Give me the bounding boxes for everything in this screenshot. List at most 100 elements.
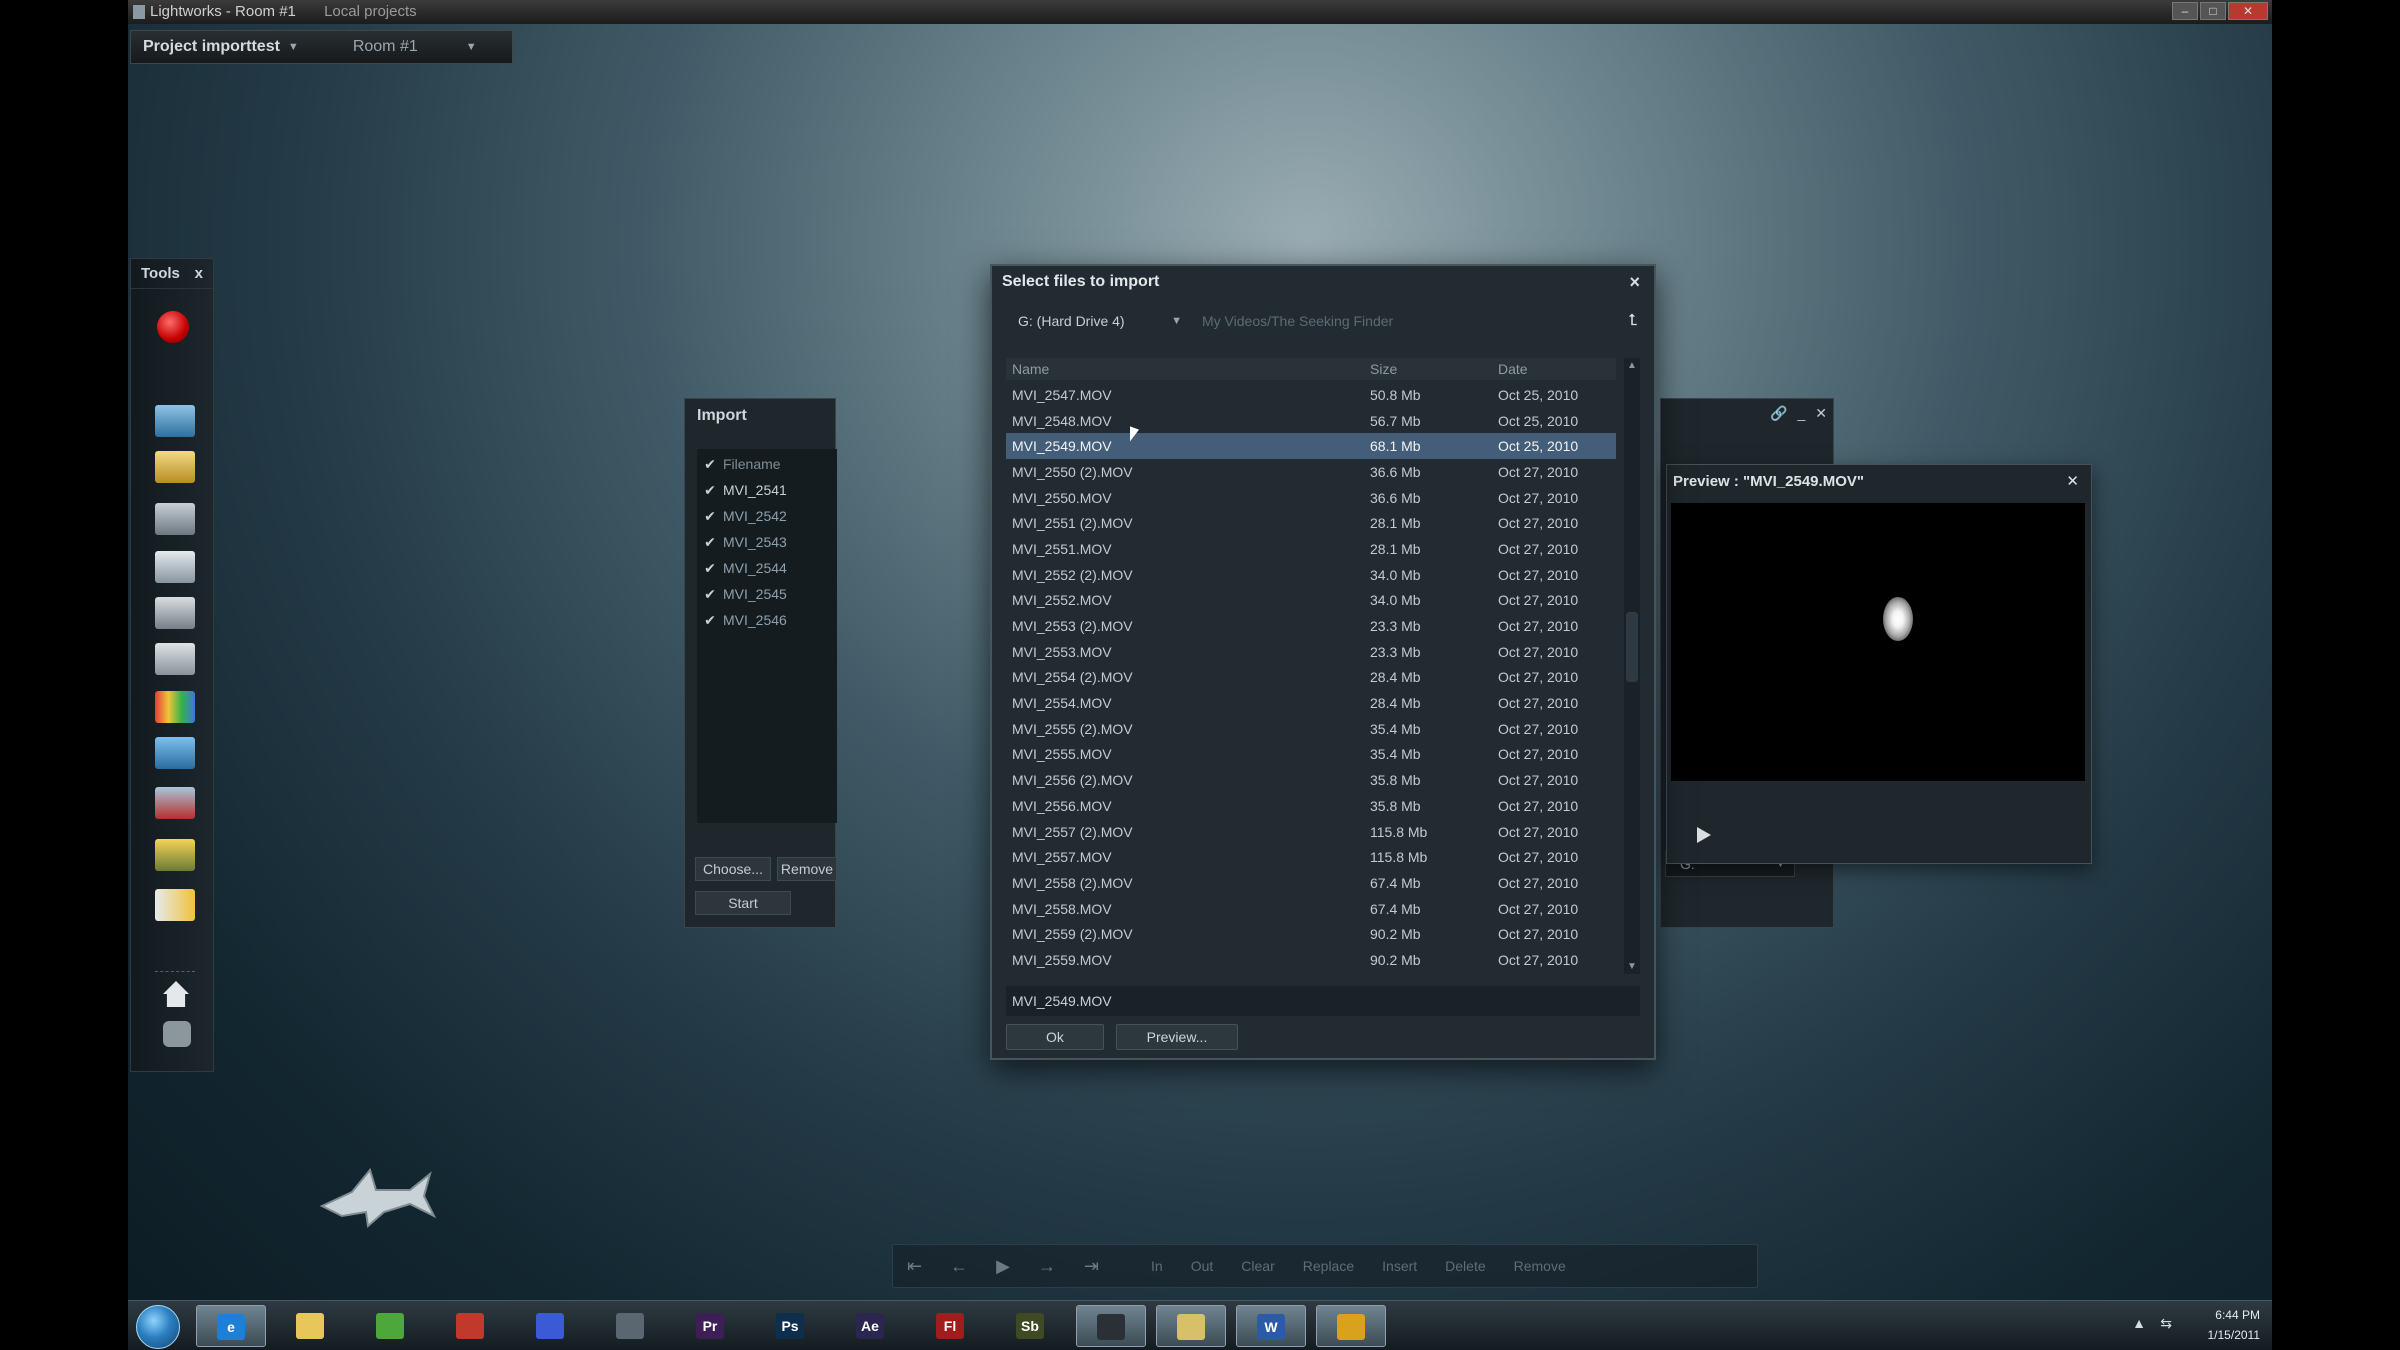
maximize-button[interactable]: □ (2200, 2, 2226, 20)
list-item[interactable]: ✔ MVI_2541 (697, 477, 837, 503)
play-icon[interactable]: ▶ (982, 1256, 1024, 1277)
check-icon[interactable]: ✔ (697, 534, 723, 551)
taskbar-lock-button[interactable] (1316, 1305, 1386, 1347)
play-icon[interactable] (1697, 827, 1711, 843)
scroll-thumb[interactable] (1626, 612, 1638, 682)
list-item[interactable]: ✔ MVI_2544 (697, 555, 837, 581)
remove-button[interactable]: Remove (777, 857, 837, 881)
drive-icon[interactable] (155, 643, 195, 675)
table-row[interactable]: MVI_2553 (2).MOV 23.3 Mb Oct 27, 2010 (1006, 613, 1616, 639)
preview-button[interactable]: Preview... (1116, 1024, 1238, 1050)
scrollbar[interactable]: ▲ ▼ (1624, 358, 1640, 974)
step-forward-icon[interactable]: → (1024, 1256, 1070, 1277)
table-row[interactable]: MVI_2548.MOV 56.7 Mb Oct 25, 2010 (1006, 408, 1616, 434)
minimize-button[interactable]: – (2172, 2, 2198, 20)
filmstrip-icon[interactable] (155, 503, 195, 535)
taskbar-aftereffects-button[interactable]: Ae (836, 1305, 906, 1347)
table-row[interactable]: MVI_2559 (2).MOV 90.2 Mb Oct 27, 2010 (1006, 921, 1616, 947)
table-row[interactable]: MVI_2555 (2).MOV 35.4 Mb Oct 27, 2010 (1006, 716, 1616, 742)
remove-button[interactable]: Remove (1500, 1258, 1580, 1274)
taskbar-app-gray-button[interactable] (596, 1305, 666, 1347)
go-to-end-icon[interactable]: ⇥ (1070, 1256, 1113, 1277)
table-row[interactable]: MVI_2552.MOV 34.0 Mb Oct 27, 2010 (1006, 588, 1616, 614)
color-chart-icon[interactable] (155, 691, 195, 723)
start-button[interactable]: Start (695, 891, 791, 915)
check-icon[interactable]: ✔ (697, 586, 723, 603)
table-row[interactable]: MVI_2559.MOV 90.2 Mb Oct 27, 2010 (1006, 947, 1616, 973)
home-icon[interactable] (163, 981, 189, 1007)
check-icon[interactable]: ✔ (697, 612, 723, 629)
grid-icon[interactable] (155, 737, 195, 769)
taskbar-explorer-button[interactable] (1156, 1305, 1226, 1347)
taskbar-ie-button[interactable]: e (196, 1305, 266, 1347)
table-row[interactable]: MVI_2558.MOV 67.4 Mb Oct 27, 2010 (1006, 896, 1616, 922)
table-row[interactable]: MVI_2547.MOV 50.8 Mb Oct 25, 2010 (1006, 382, 1616, 408)
clear-button[interactable]: Clear (1227, 1258, 1288, 1274)
taskbar-premiere-button[interactable]: Pr (676, 1305, 746, 1347)
column-size[interactable]: Size (1362, 361, 1490, 377)
folder-icon[interactable] (155, 451, 195, 483)
table-row[interactable]: MVI_2554.MOV 28.4 Mb Oct 27, 2010 (1006, 690, 1616, 716)
table-row[interactable]: MVI_2551.MOV 28.1 Mb Oct 27, 2010 (1006, 536, 1616, 562)
check-icon[interactable]: ✔ (697, 508, 723, 525)
close-icon[interactable]: ✕ (1815, 405, 1827, 422)
tray-arrow-icon[interactable]: ▲ (2132, 1315, 2146, 1331)
room-selector[interactable]: Room #1 ▼ (341, 31, 489, 63)
taskbar-chrome-button[interactable] (356, 1305, 426, 1347)
table-row[interactable]: MVI_2557 (2).MOV 115.8 Mb Oct 27, 2010 (1006, 819, 1616, 845)
taskbar-photoshop-button[interactable]: Ps (756, 1305, 826, 1347)
table-row[interactable]: MVI_2553.MOV 23.3 Mb Oct 27, 2010 (1006, 639, 1616, 665)
network-icon[interactable]: ⇆ (2160, 1315, 2172, 1332)
column-date[interactable]: Date (1490, 361, 1616, 377)
step-back-icon[interactable]: ← (936, 1256, 982, 1277)
record-icon[interactable] (157, 311, 189, 343)
ok-button[interactable]: Ok (1006, 1024, 1104, 1050)
table-row[interactable]: MVI_2551 (2).MOV 28.1 Mb Oct 27, 2010 (1006, 510, 1616, 536)
link-icon[interactable]: 🔗 (1770, 405, 1787, 422)
table-row[interactable]: MVI_2556.MOV 35.8 Mb Oct 27, 2010 (1006, 793, 1616, 819)
column-name[interactable]: Name (1006, 361, 1362, 377)
project-selector[interactable]: Project importtest ▼ (131, 31, 311, 63)
table-row[interactable]: MVI_2558 (2).MOV 67.4 Mb Oct 27, 2010 (1006, 870, 1616, 896)
list-item[interactable]: ✔ MVI_2543 (697, 529, 837, 555)
drive-select[interactable]: G: (Hard Drive 4) ▼ (1002, 307, 1192, 335)
tools-close-button[interactable]: x (195, 265, 203, 282)
go-to-start-icon[interactable]: ⇤ (893, 1256, 936, 1277)
check-icon[interactable]: ✔ (697, 560, 723, 577)
out-button[interactable]: Out (1177, 1258, 1228, 1274)
table-row[interactable]: MVI_2557.MOV 115.8 Mb Oct 27, 2010 (1006, 844, 1616, 870)
table-row[interactable]: MVI_2554 (2).MOV 28.4 Mb Oct 27, 2010 (1006, 665, 1616, 691)
list-item[interactable]: ✔ MVI_2546 (697, 607, 837, 633)
printer-icon[interactable] (155, 597, 195, 629)
cube-icon[interactable] (155, 551, 195, 583)
import-icon[interactable] (155, 889, 195, 921)
minimize-icon[interactable]: _ (1797, 405, 1805, 422)
folder-up-icon[interactable]: ⮤ (1620, 309, 1646, 333)
bin-icon[interactable] (155, 405, 195, 437)
in-button[interactable]: In (1137, 1258, 1177, 1274)
taskbar-soundbooth-button[interactable]: Sb (996, 1305, 1066, 1347)
table-row[interactable]: MVI_2552 (2).MOV 34.0 Mb Oct 27, 2010 (1006, 562, 1616, 588)
effects-icon[interactable] (155, 839, 195, 871)
path-field[interactable]: My Videos/The Seeking Finder (1192, 307, 1620, 335)
close-window-button[interactable]: ✕ (2228, 2, 2268, 20)
insert-button[interactable]: Insert (1368, 1258, 1431, 1274)
list-item[interactable]: ✔ MVI_2545 (697, 581, 837, 607)
table-row[interactable]: MVI_2549.MOV 68.1 Mb Oct 25, 2010 (1006, 433, 1616, 460)
dialog-close-icon[interactable]: × (1629, 272, 1640, 293)
preview-close-icon[interactable]: ✕ (2066, 472, 2079, 490)
selected-filename-field[interactable]: MVI_2549.MOV (1006, 986, 1640, 1016)
taskbar-app-red-button[interactable] (436, 1305, 506, 1347)
scroll-up-icon[interactable]: ▲ (1627, 360, 1637, 371)
taskbar-app-blue-button[interactable] (516, 1305, 586, 1347)
table-row[interactable]: MVI_2550 (2).MOV 36.6 Mb Oct 27, 2010 (1006, 459, 1616, 485)
check-icon[interactable]: ✔ (697, 456, 723, 473)
clock[interactable]: 6:44 PM 1/15/2011 (2208, 1305, 2261, 1345)
taskbar-flash-button[interactable]: Fl (916, 1305, 986, 1347)
taskbar-lightworks-button[interactable] (1076, 1305, 1146, 1347)
export-icon[interactable] (155, 787, 195, 819)
replace-button[interactable]: Replace (1289, 1258, 1368, 1274)
choose-button[interactable]: Choose... (695, 857, 771, 881)
check-icon[interactable]: ✔ (697, 482, 723, 499)
taskbar-folder-button[interactable] (276, 1305, 346, 1347)
